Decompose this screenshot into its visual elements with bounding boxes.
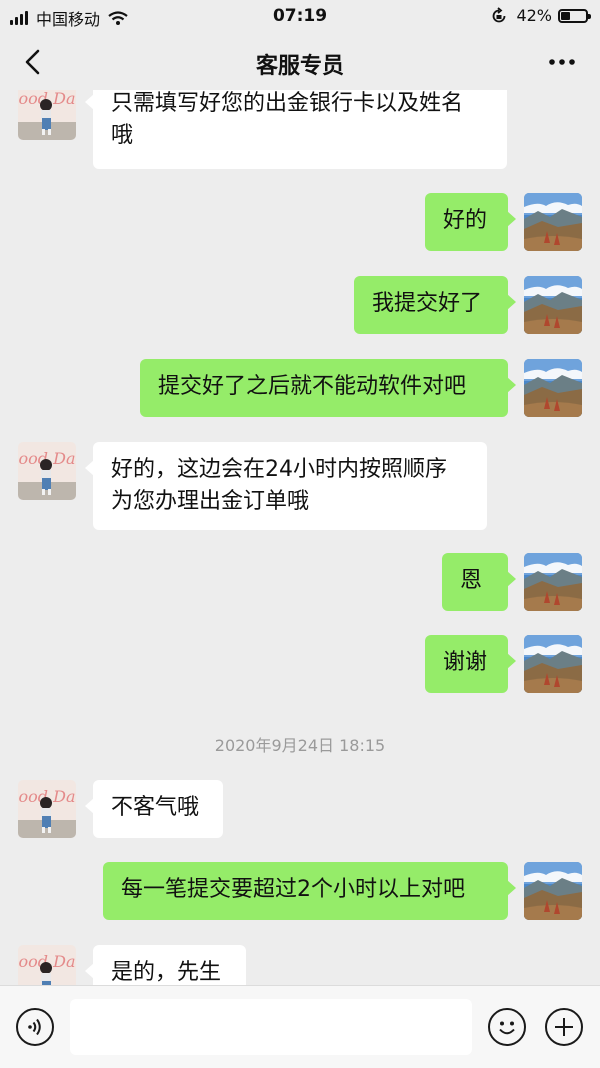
message-bubble[interactable]: 提交好了之后就不能动软件对吧 bbox=[140, 359, 516, 417]
message-bubble[interactable]: 谢谢 bbox=[425, 635, 516, 693]
plus-icon bbox=[555, 1018, 573, 1036]
message-received: ood Da 只需填写好您的出金银行卡以及姓名 哦 bbox=[0, 90, 600, 170]
voice-icon bbox=[28, 1018, 41, 1036]
user-avatar[interactable] bbox=[524, 359, 582, 417]
message-bubble[interactable]: 不客气哦 bbox=[85, 780, 223, 838]
nav-bar: 客服专员 bbox=[0, 34, 600, 90]
agent-avatar[interactable]: ood Da bbox=[18, 945, 76, 985]
battery-percent: 42% bbox=[516, 6, 552, 25]
message-bubble[interactable]: 我提交好了 bbox=[354, 276, 516, 334]
message-bubble[interactable]: 是的，先生 bbox=[85, 945, 246, 985]
emoji-button[interactable] bbox=[488, 1008, 526, 1046]
emoji-icon bbox=[499, 1021, 515, 1035]
status-right: 42% bbox=[490, 6, 591, 25]
user-avatar[interactable] bbox=[524, 862, 582, 920]
message-bubble[interactable]: 好的 bbox=[425, 193, 516, 251]
message-bubble[interactable]: 恩 bbox=[442, 553, 516, 611]
user-avatar[interactable] bbox=[524, 553, 582, 611]
message-sent: 好的 bbox=[0, 193, 600, 253]
message-sent: 每一笔提交要超过2个小时以上对吧 bbox=[0, 862, 600, 922]
message-sent: 我提交好了 bbox=[0, 276, 600, 336]
message-bubble[interactable]: 好的，这边会在24小时内按照顺序 为您办理出金订单哦 bbox=[85, 442, 487, 530]
agent-avatar[interactable]: ood Da bbox=[18, 90, 76, 140]
message-sent: 恩 bbox=[0, 553, 600, 613]
more-functions-button[interactable] bbox=[545, 1008, 583, 1046]
agent-avatar[interactable]: ood Da bbox=[18, 442, 76, 500]
message-received: ood Da 不客气哦 bbox=[0, 780, 600, 840]
message-received: ood Da 是的，先生 bbox=[0, 945, 600, 985]
chat-timestamp: 2020年9月24日 18:15 bbox=[214, 736, 386, 755]
chat-title: 客服专员 bbox=[255, 54, 344, 79]
message-sent: 提交好了之后就不能动软件对吧 bbox=[0, 359, 600, 419]
rotation-lock-icon bbox=[493, 6, 506, 22]
voice-button[interactable] bbox=[16, 1008, 54, 1046]
user-avatar[interactable] bbox=[524, 635, 582, 693]
user-avatar[interactable] bbox=[524, 193, 582, 251]
message-sent: 谢谢 bbox=[0, 635, 600, 695]
user-avatar[interactable] bbox=[524, 276, 582, 334]
more-options-icon[interactable] bbox=[546, 48, 578, 76]
battery-icon bbox=[558, 8, 591, 23]
agent-avatar[interactable]: ood Da bbox=[18, 780, 76, 838]
message-bubble[interactable]: 只需填写好您的出金银行卡以及姓名 哦 bbox=[85, 90, 507, 169]
chat-history[interactable]: ood Da 只需填写好您的出金银行卡以及姓名 哦 好的 我提交好了 提交好了之… bbox=[0, 90, 600, 985]
message-bubble[interactable]: 每一笔提交要超过2个小时以上对吧 bbox=[103, 862, 516, 920]
message-input[interactable] bbox=[70, 999, 472, 1055]
message-received: ood Da 好的，这边会在24小时内按照顺序 为您办理出金订单哦 bbox=[0, 442, 600, 532]
input-bar bbox=[0, 985, 600, 1068]
status-bar: 中国移动 07:19 42% bbox=[0, 0, 600, 34]
